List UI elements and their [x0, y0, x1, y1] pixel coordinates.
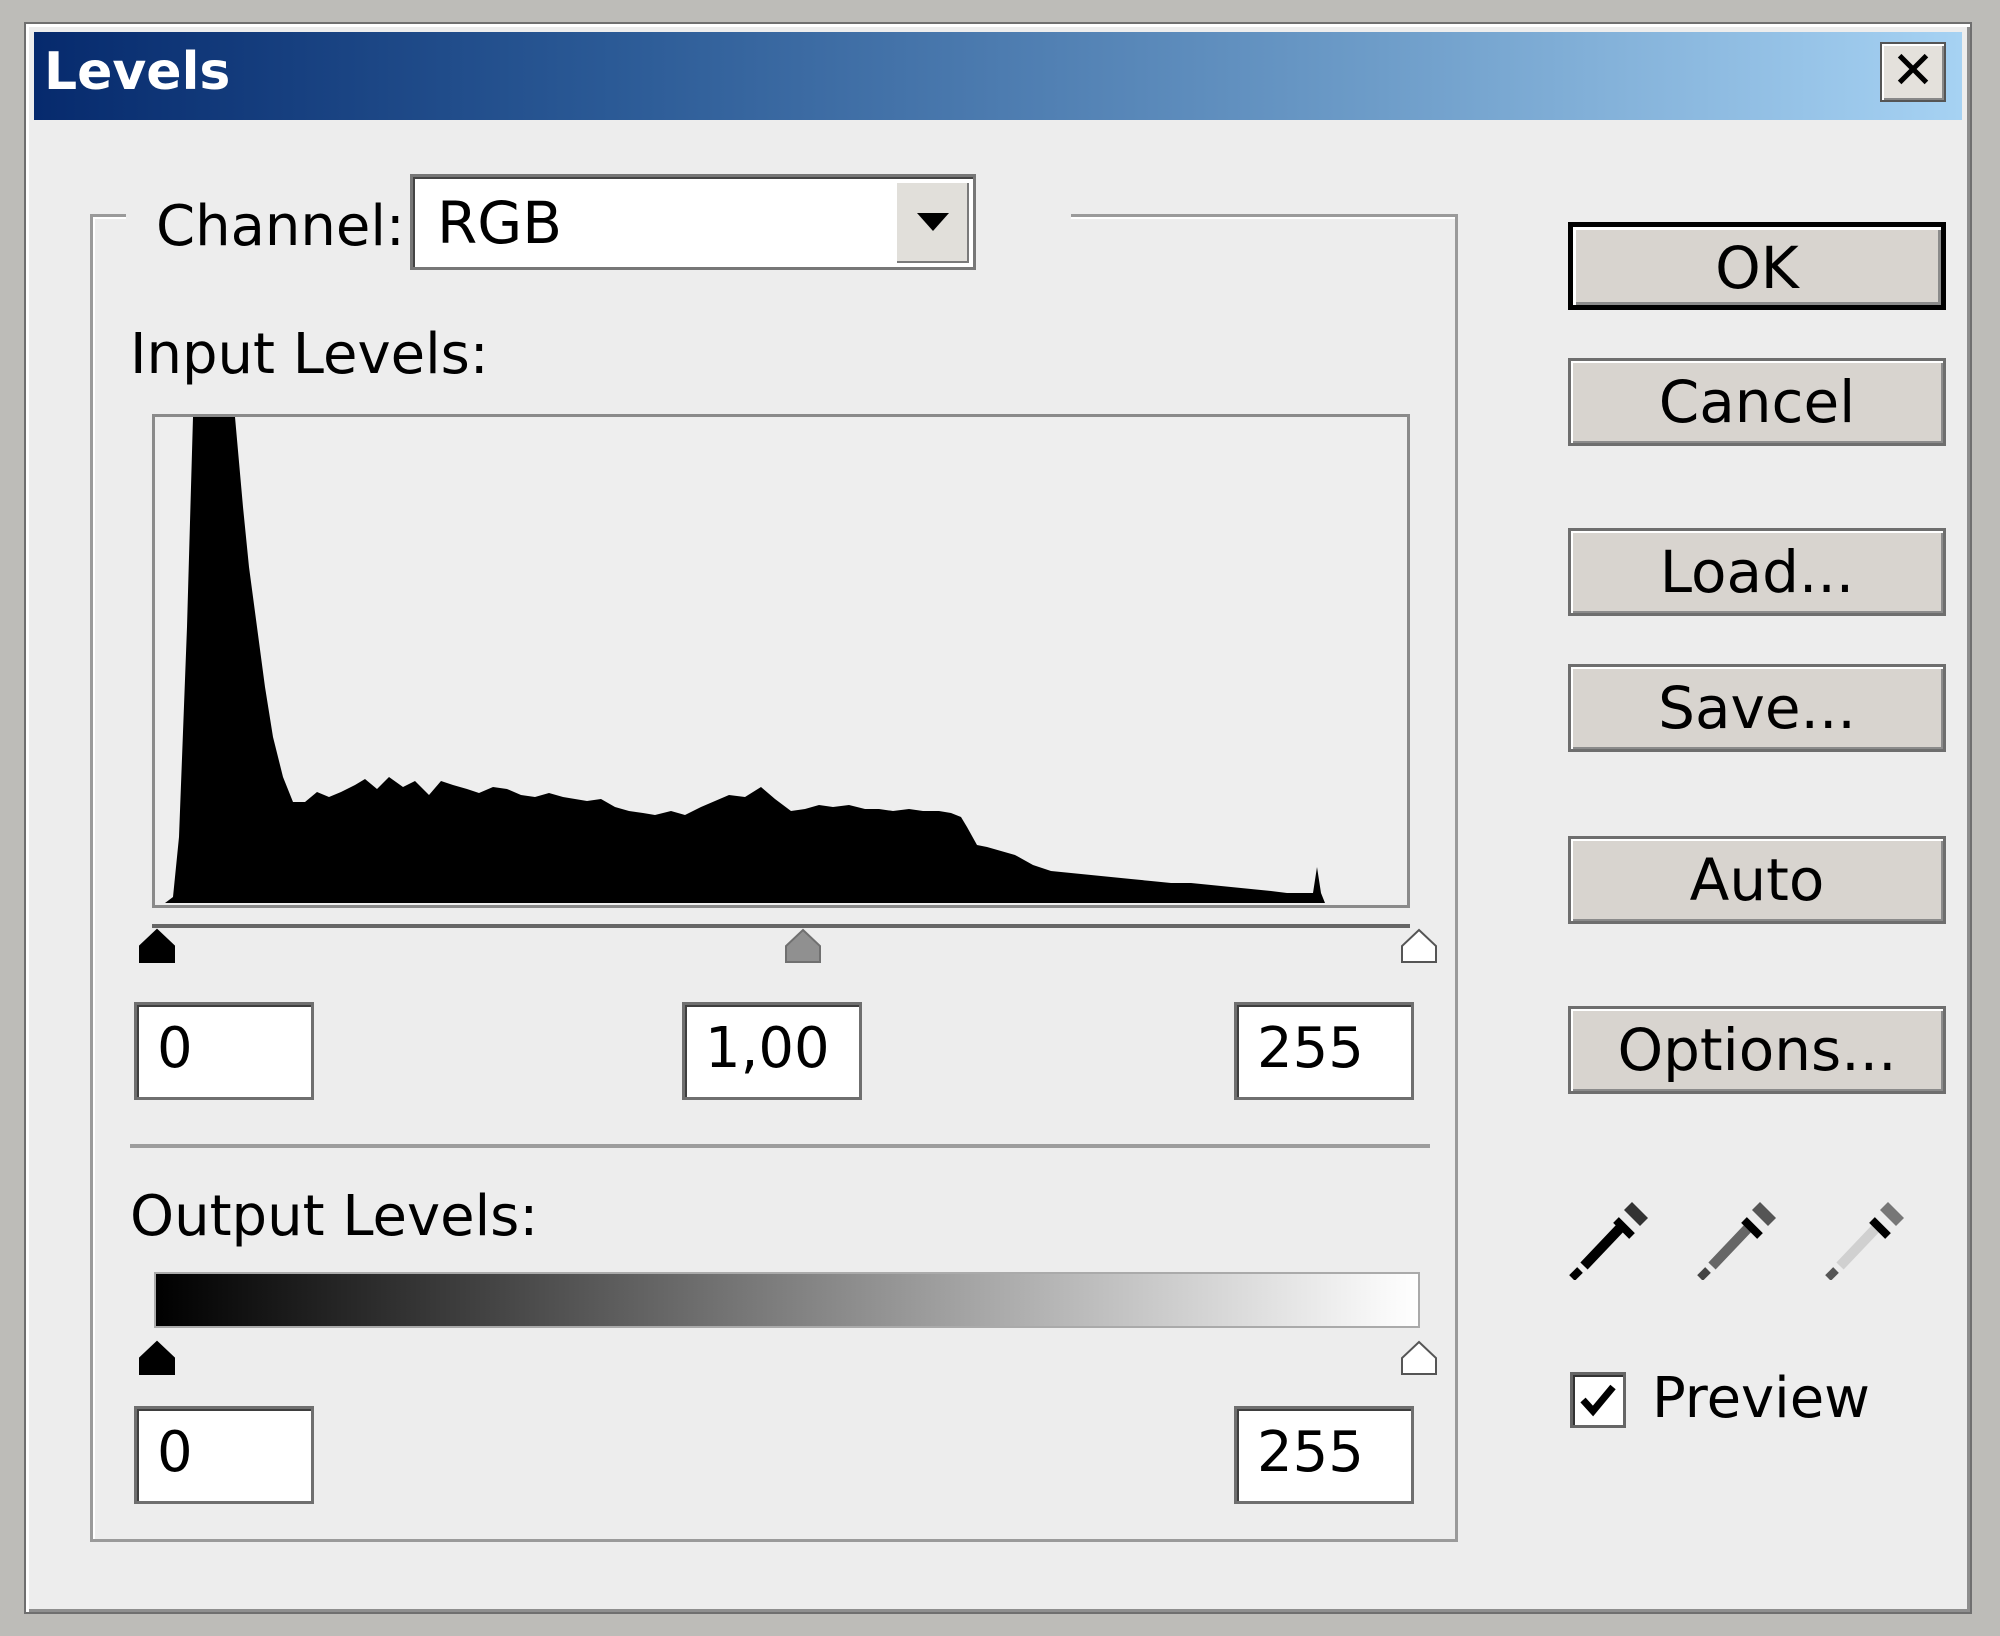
checkmark-icon — [1580, 1384, 1616, 1417]
input-white-handle[interactable] — [1398, 928, 1440, 964]
input-slider-track — [152, 924, 1410, 928]
input-histogram — [152, 414, 1410, 908]
title-bar[interactable]: Levels ✕ — [34, 32, 1962, 120]
eyedropper-white-icon[interactable] — [1822, 1190, 1912, 1280]
chevron-down-icon[interactable] — [895, 181, 969, 263]
levels-dialog: Levels ✕ Channel: RGB Input Levels: 0 1,… — [24, 22, 1972, 1614]
output-black-handle[interactable] — [136, 1340, 178, 1376]
preview-checkbox[interactable] — [1570, 1372, 1626, 1428]
input-gamma-handle[interactable] — [782, 928, 824, 964]
close-icon: ✕ — [1891, 41, 1935, 101]
cancel-button[interactable]: Cancel — [1568, 358, 1946, 446]
ok-button[interactable]: OK — [1568, 222, 1946, 310]
input-levels-label: Input Levels: — [130, 322, 489, 387]
output-gradient-bar — [154, 1272, 1420, 1328]
window-title: Levels — [44, 42, 231, 102]
output-levels-label: Output Levels: — [130, 1184, 539, 1249]
auto-button[interactable]: Auto — [1568, 836, 1946, 924]
output-white-handle[interactable] — [1398, 1340, 1440, 1376]
output-white-value-field[interactable]: 255 — [1234, 1406, 1414, 1504]
options-button[interactable]: Options... — [1568, 1006, 1946, 1094]
save-button[interactable]: Save... — [1568, 664, 1946, 752]
input-black-value-field[interactable]: 0 — [134, 1002, 314, 1100]
input-gamma-value-field[interactable]: 1,00 — [682, 1002, 862, 1100]
eyedropper-black-icon[interactable] — [1566, 1190, 1656, 1280]
channel-label: Channel: — [156, 194, 405, 259]
output-black-value-field[interactable]: 0 — [134, 1406, 314, 1504]
preview-label: Preview — [1652, 1366, 1870, 1431]
eyedropper-gray-icon[interactable] — [1694, 1190, 1784, 1280]
channel-selected-value: RGB — [437, 189, 563, 257]
input-white-value-field[interactable]: 255 — [1234, 1002, 1414, 1100]
histogram-graphic — [165, 417, 1325, 903]
input-black-handle[interactable] — [136, 928, 178, 964]
close-button[interactable]: ✕ — [1880, 42, 1946, 102]
channel-select[interactable]: RGB — [410, 174, 976, 270]
levels-separator — [130, 1144, 1430, 1148]
load-button[interactable]: Load... — [1568, 528, 1946, 616]
